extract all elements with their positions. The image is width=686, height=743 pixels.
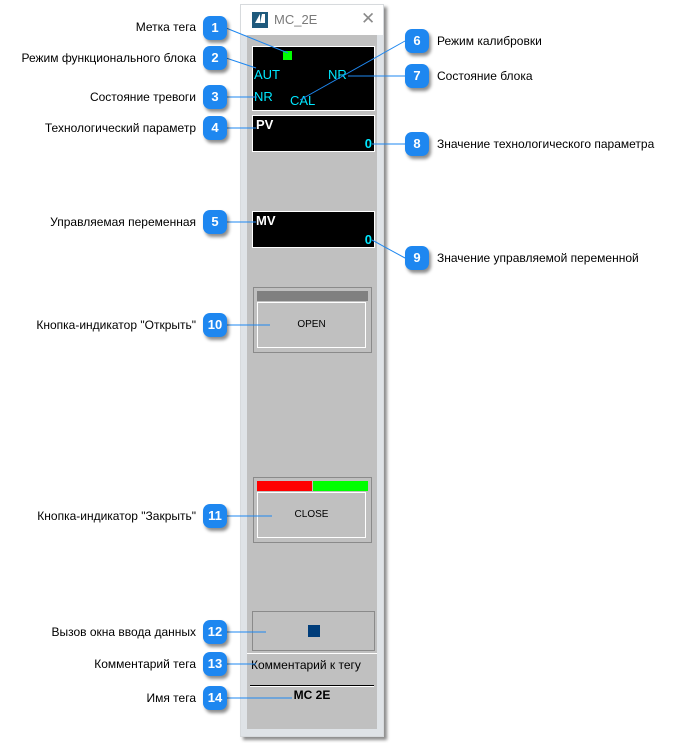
callout-badge-10: 10 [203, 313, 227, 337]
callout-label-2: Режим функционального блока [21, 51, 196, 65]
callout-label-7: Состояние блока [437, 69, 533, 83]
callout-label-12: Вызов окна ввода данных [51, 625, 196, 639]
callout-badge-7: 7 [405, 64, 429, 88]
callout-badge-1: 1 [203, 16, 227, 40]
callout-badge-9: 9 [405, 246, 429, 270]
leader-line-6 [299, 40, 406, 101]
leader-line-9 [371, 239, 406, 259]
callout-label-5: Управляемая переменная [50, 215, 196, 229]
leader-line-2 [225, 57, 257, 69]
callout-label-9: Значение управляемой переменной [437, 251, 639, 265]
callout-label-10: Кнопка-индикатор "Открыть" [36, 318, 196, 332]
callout-badge-11: 11 [203, 504, 227, 528]
callout-badge-13: 13 [203, 652, 227, 676]
callout-badge-14: 14 [203, 686, 227, 710]
callout-label-6: Режим калибровки [437, 34, 542, 48]
callout-badge-3: 3 [203, 85, 227, 109]
callout-badge-12: 12 [203, 620, 227, 644]
callout-label-11: Кнопка-индикатор "Закрыть" [37, 509, 196, 523]
callout-label-1: Метка тега [135, 20, 196, 34]
callout-label-8: Значение технологического параметра [437, 137, 655, 151]
callout-badge-6: 6 [405, 29, 429, 53]
callout-badge-4: 4 [203, 116, 227, 140]
callout-badge-5: 5 [203, 210, 227, 234]
callout-badge-8: 8 [405, 132, 429, 156]
callout-badge-2: 2 [203, 46, 227, 70]
callout-label-3: Состояние тревоги [89, 90, 196, 104]
callout-label-13: Комментарий тега [94, 657, 196, 671]
leader-line-1 [225, 27, 289, 54]
callout-label-4: Технологический параметр [44, 121, 196, 135]
callout-label-14: Имя тега [146, 691, 196, 705]
